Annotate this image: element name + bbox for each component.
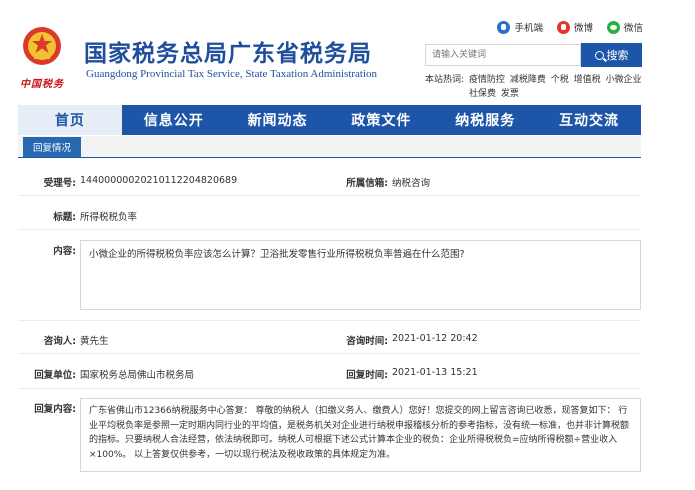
reply-time-value: 2021-01-13 15:21: [392, 367, 478, 378]
hot-word-link[interactable]: 减税降费: [510, 75, 546, 85]
search-button[interactable]: 搜索: [581, 43, 642, 67]
nav-interaction[interactable]: 互动交流: [537, 105, 641, 135]
hot-words-prefix: 本站热词:: [425, 75, 465, 85]
social-weibo-link[interactable]: 微博: [556, 20, 593, 34]
hot-words: 本站热词: 疫情防控 减税降费 个税 增值税 小微企业 社保费 发票: [425, 73, 645, 101]
reply-content-text: 广东省佛山市12366纳税服务中心答复： 尊敬的纳税人（扣缴义务人、缴费人）您好…: [80, 398, 641, 472]
main-nav: 首页 信息公开 新闻动态 政策文件 纳税服务 互动交流: [18, 105, 641, 135]
search-button-label: 搜索: [606, 49, 629, 62]
content-label: 内容:: [53, 246, 76, 257]
hot-word-link[interactable]: 发票: [501, 89, 519, 99]
accept-no-label: 受理号:: [43, 178, 76, 189]
social-weibo-label: 微博: [573, 23, 593, 34]
hot-word-link[interactable]: 小微企业: [605, 75, 641, 85]
nav-tax-service[interactable]: 纳税服务: [433, 105, 537, 135]
search-input[interactable]: [425, 44, 581, 66]
social-mobile-link[interactable]: 手机端: [497, 20, 543, 34]
seal-logo-text: 中国税务: [20, 79, 64, 90]
category-value: 纳税咨询: [392, 178, 431, 189]
hot-word-link[interactable]: 增值税: [574, 75, 601, 85]
reply-time-label: 回复时间:: [346, 370, 388, 381]
ask-time-value: 2021-01-12 20:42: [392, 333, 478, 344]
wechat-icon: [606, 20, 620, 34]
social-links: 手机端 微博 微信: [497, 20, 643, 34]
divider: [18, 320, 641, 321]
social-wechat-link[interactable]: 微信: [606, 20, 643, 34]
divider: [18, 195, 641, 196]
social-mobile-label: 手机端: [514, 23, 543, 34]
national-emblem-icon: [23, 27, 61, 65]
hot-word-link[interactable]: 个税: [551, 75, 569, 85]
reply-unit-label: 回复单位:: [34, 370, 76, 381]
reply-unit-value: 国家税务总局佛山市税务局: [80, 370, 195, 381]
subject-label: 标题:: [53, 212, 76, 223]
search-icon: [594, 50, 604, 60]
weibo-icon: [556, 20, 570, 34]
nav-home[interactable]: 首页: [18, 105, 122, 135]
nav-news[interactable]: 新闻动态: [226, 105, 330, 135]
asker-value: 黄先生: [80, 336, 109, 347]
site-subtitle: Guangdong Provincial Tax Service, State …: [86, 68, 378, 80]
site-title[interactable]: 国家税务总局广东省税务局: [84, 34, 372, 68]
social-wechat-label: 微信: [623, 23, 643, 34]
divider: [18, 353, 641, 354]
tab-bar: 回复情况: [18, 136, 641, 158]
divider: [18, 229, 641, 230]
hot-word-link[interactable]: 社保费: [469, 89, 496, 99]
hot-word-link[interactable]: 疫情防控: [469, 75, 505, 85]
content-text: 小微企业的所得税税负率应该怎么计算？卫浴批发零售行业所得税税负率普遍在什么范围?: [80, 240, 641, 310]
divider: [18, 388, 641, 389]
ask-time-label: 咨询时间:: [346, 336, 388, 347]
tab-reply-status[interactable]: 回复情况: [23, 137, 82, 157]
nav-info-disclosure[interactable]: 信息公开: [122, 105, 226, 135]
asker-label: 咨询人:: [43, 336, 76, 347]
accept-no-value: 14400000020210112204820689: [80, 175, 238, 186]
mobile-icon: [497, 20, 511, 34]
subject-value: 所得税税负率: [80, 212, 138, 223]
nav-policy[interactable]: 政策文件: [329, 105, 433, 135]
category-label: 所属信箱:: [346, 178, 388, 189]
reply-content-label: 回复内容:: [34, 404, 76, 415]
